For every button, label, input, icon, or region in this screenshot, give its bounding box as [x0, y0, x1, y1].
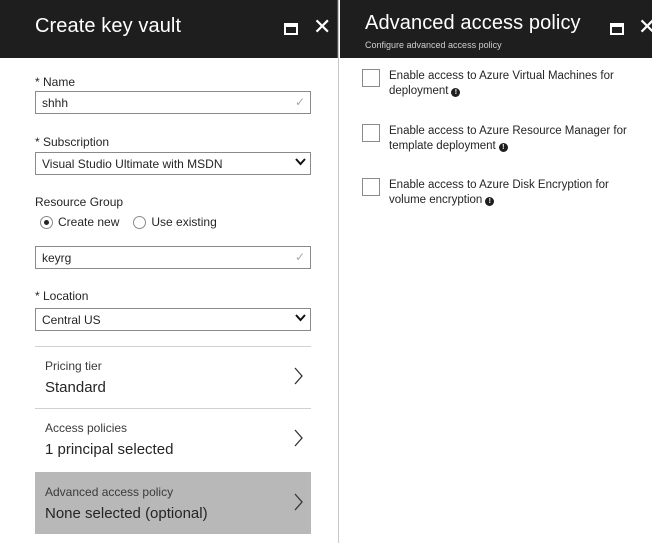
use-existing-radio[interactable]: [133, 215, 147, 229]
subscription-select[interactable]: Visual Studio Ultimate with MSDN: [35, 152, 311, 175]
nav-access-policies-value: 1 principal selected: [45, 441, 174, 458]
use-existing-label[interactable]: Use existing: [151, 215, 216, 229]
resource-group-value: keyrg: [42, 251, 72, 265]
arm-template-checkbox[interactable]: [362, 124, 380, 142]
option-arm-template-text: Enable access to Azure Resource Manager …: [389, 124, 649, 154]
nav-pricing-tier-label: Pricing tier: [45, 359, 102, 373]
blade-header: Advanced access policy Configure advance…: [340, 0, 652, 58]
option-arm-template-line1: Enable access to Azure Resource Manager …: [389, 125, 627, 137]
info-icon[interactable]: !: [485, 197, 495, 206]
option-arm-template-line2-row: template deployment!: [389, 139, 649, 154]
chevron-right-icon: [294, 493, 303, 516]
name-value: shhh: [42, 96, 69, 110]
chevron-right-icon: [294, 429, 303, 452]
option-disk-encryption-line1: Enable access to Azure Disk Encryption f…: [389, 179, 609, 191]
advanced-access-policy-blade: Advanced access policy Configure advance…: [340, 0, 652, 543]
blade-title: Create key vault: [35, 15, 182, 37]
nav-advanced-access-policy-label: Advanced access policy: [45, 485, 174, 499]
location-label: * Location: [35, 289, 89, 303]
blade-subtitle: Configure advanced access policy: [365, 40, 502, 50]
option-disk-encryption-line2-row: volume encryption!: [389, 193, 649, 208]
nav-access-policies[interactable]: Access policies 1 principal selected: [35, 408, 311, 470]
checkmark-icon: ✓: [294, 95, 305, 109]
close-icon[interactable]: ✕: [638, 16, 652, 38]
location-select[interactable]: Central US: [35, 308, 311, 331]
option-disk-encryption-line2: volume encryption: [389, 194, 483, 206]
blade-title: Advanced access policy: [365, 12, 581, 34]
info-icon[interactable]: !: [451, 88, 461, 97]
blade-header: Create key vault ✕: [0, 0, 338, 58]
checkmark-icon: ✓: [294, 250, 305, 264]
nav-advanced-access-policy[interactable]: Advanced access policy None selected (op…: [35, 472, 311, 534]
close-icon[interactable]: ✕: [313, 16, 331, 38]
disk-encryption-checkbox[interactable]: [362, 178, 380, 196]
resource-group-label: Resource Group: [35, 195, 124, 209]
name-input[interactable]: shhh ✓: [35, 91, 311, 114]
nav-pricing-tier-value: Standard: [45, 379, 106, 396]
nav-pricing-tier[interactable]: Pricing tier Standard: [35, 346, 311, 408]
name-label: * Name: [35, 75, 76, 89]
chevron-down-icon: [295, 314, 306, 323]
option-vm-deployment-line2-row: deployment!: [389, 84, 649, 99]
chevron-right-icon: [294, 367, 303, 390]
option-vm-deployment-text: Enable access to Azure Virtual Machines …: [389, 69, 649, 99]
option-vm-deployment-line1: Enable access to Azure Virtual Machines …: [389, 70, 614, 82]
resource-group-radio-group: Create new Use existing: [40, 215, 231, 229]
location-value: Central US: [42, 313, 101, 327]
nav-access-policies-label: Access policies: [45, 421, 128, 435]
subscription-value: Visual Studio Ultimate with MSDN: [42, 157, 223, 171]
option-vm-deployment-line2: deployment: [389, 85, 449, 97]
create-new-label[interactable]: Create new: [58, 215, 119, 229]
vm-deployment-checkbox[interactable]: [362, 69, 380, 87]
option-disk-encryption-text: Enable access to Azure Disk Encryption f…: [389, 178, 649, 208]
option-arm-template-line2: template deployment: [389, 140, 496, 152]
nav-advanced-access-policy-value: None selected (optional): [45, 505, 208, 522]
resource-group-input[interactable]: keyrg ✓: [35, 246, 311, 269]
maximize-icon[interactable]: [284, 23, 298, 35]
create-key-vault-blade: Create key vault ✕ * Name shhh ✓ * Subsc…: [0, 0, 339, 543]
maximize-icon[interactable]: [610, 23, 624, 35]
subscription-label: * Subscription: [35, 135, 110, 149]
create-new-radio[interactable]: [40, 215, 53, 229]
info-icon[interactable]: !: [498, 143, 508, 152]
chevron-down-icon: [295, 158, 306, 167]
